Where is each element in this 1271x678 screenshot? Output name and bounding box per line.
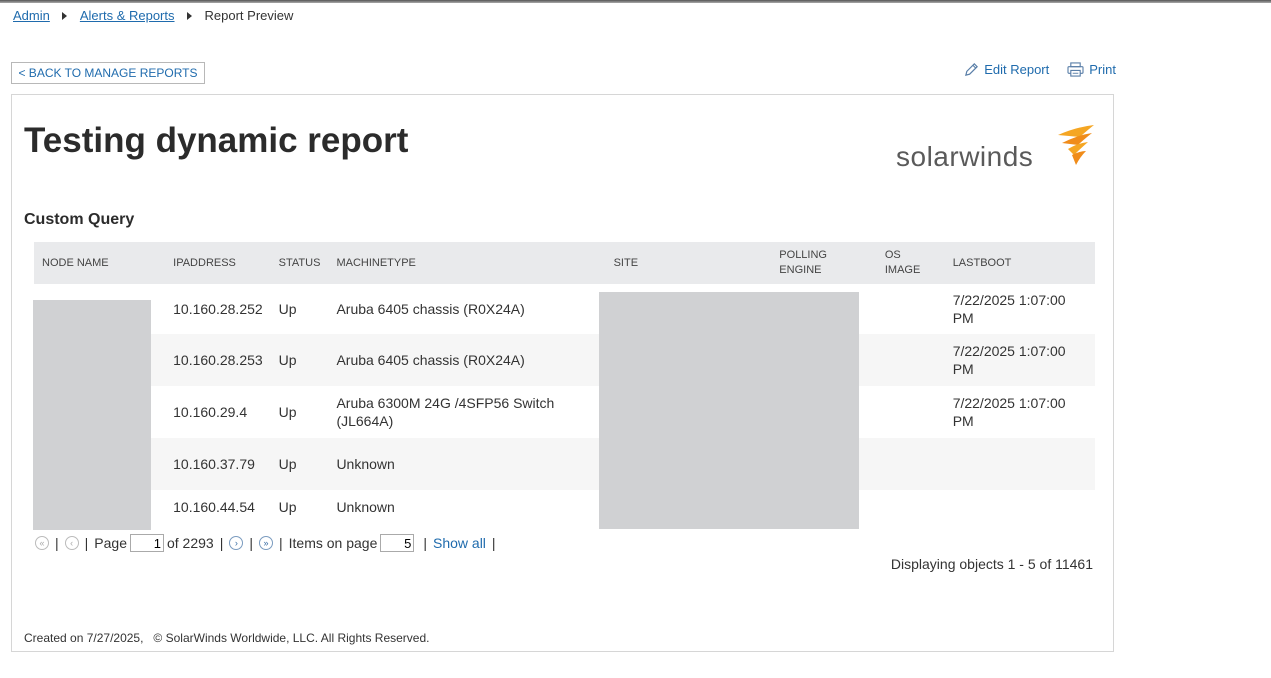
breadcrumb-arrow-icon — [186, 11, 192, 20]
cell-status: Up — [278, 404, 297, 420]
cell-machine-type: Aruba 6405 chassis (R0X24A) — [328, 334, 606, 386]
cell-os-image — [877, 284, 945, 334]
report-table: NODE NAME IPADDRESS STATUS MACHINETYPE S… — [34, 242, 1095, 524]
show-all-link[interactable]: Show all — [433, 535, 486, 551]
print-button[interactable]: Print — [1067, 62, 1116, 77]
window-top-border — [0, 0, 1271, 3]
cell-last-boot — [944, 438, 1095, 490]
column-header[interactable]: OS IMAGE — [876, 242, 945, 284]
pager-separator: | — [84, 535, 89, 551]
last-page-icon[interactable]: » — [258, 536, 273, 550]
cell-machine-type: Aruba 6405 chassis (R0X24A) — [336, 301, 525, 317]
redacted-site-engine — [599, 292, 859, 529]
table-row: 10.160.29.4 Up Aruba 6300M 24G /4SFP56 S… — [34, 386, 1095, 438]
breadcrumb-admin-link[interactable]: Admin — [13, 8, 50, 23]
back-to-manage-reports-button[interactable]: < BACK TO MANAGE REPORTS — [11, 62, 205, 84]
column-header[interactable]: POLLING ENGINE — [771, 242, 877, 284]
pager-separator: | — [219, 535, 224, 551]
pagination: « | ‹ | Page of 2293 | › | » | Items on … — [35, 534, 502, 552]
cell-os-image — [877, 386, 945, 438]
logo-flame-icon — [1058, 125, 1094, 165]
table-row: 10.160.28.253 Up Aruba 6405 chassis (R0X… — [34, 334, 1095, 386]
page-count: of 2293 — [166, 535, 214, 551]
column-header[interactable]: IPADDRESS — [165, 242, 271, 284]
page-label: Page — [94, 535, 127, 551]
report-title: Testing dynamic report — [24, 121, 409, 160]
column-header[interactable]: MACHINETYPE — [328, 242, 606, 284]
cell-status: Up — [270, 334, 329, 386]
cell-last-boot: 7/22/2025 1:07:00 PM — [944, 334, 1095, 386]
pager-separator: | — [55, 535, 59, 551]
cell-ip: 10.160.37.79 — [165, 438, 271, 490]
section-title: Custom Query — [24, 211, 135, 228]
table-row: 10.160.28.252 Up Aruba 6405 chassis (R0X… — [34, 284, 1095, 334]
cell-last-boot: 7/22/2025 1:07:00 PM — [952, 292, 1066, 326]
column-header[interactable]: LASTBOOT — [944, 242, 1095, 284]
redacted-node-names — [33, 300, 151, 530]
logo-text: solarwinds — [896, 141, 1034, 172]
column-header[interactable]: SITE — [605, 242, 772, 284]
table-row: 10.160.37.79 Up Unknown — [34, 438, 1095, 490]
cell-ip: 10.160.29.4 — [173, 404, 248, 420]
edit-report-label: Edit Report — [984, 62, 1050, 77]
pencil-icon — [965, 63, 979, 76]
page-number-input[interactable] — [129, 534, 164, 552]
cell-status: Up — [270, 438, 329, 490]
breadcrumb-alerts-link[interactable]: Alerts & Reports — [80, 8, 175, 23]
pager-separator: | — [491, 535, 496, 551]
displaying-objects-text: Displaying objects 1 - 5 of 11461 — [890, 556, 1093, 572]
cell-status: Up — [278, 301, 297, 317]
next-page-icon[interactable]: › — [229, 536, 244, 550]
report-panel: Testing dynamic report solarwinds Custom… — [11, 94, 1114, 652]
cell-os-image — [876, 334, 945, 386]
cell-machine-type: Unknown — [336, 499, 395, 515]
breadcrumb-current: Report Preview — [204, 8, 294, 23]
first-page-icon[interactable]: « — [35, 536, 49, 550]
pager-separator: | — [249, 535, 253, 551]
cell-last-boot — [945, 490, 1095, 524]
table-row: 10.160.44.54 Up Unknown — [34, 490, 1095, 524]
pager-separator: | — [423, 535, 427, 551]
cell-status: Up — [278, 499, 297, 515]
items-on-page-label: Items on page — [288, 535, 378, 551]
edit-report-button[interactable]: Edit Report — [964, 62, 1049, 77]
cell-os-image — [876, 438, 945, 490]
breadcrumb: Admin Alerts & Reports Report Preview — [13, 8, 293, 23]
items-per-page-input[interactable] — [380, 534, 415, 552]
cell-ip: 10.160.44.54 — [173, 499, 255, 515]
report-actions: Edit Report Print — [964, 62, 1116, 77]
table-header-row: NODE NAME IPADDRESS STATUS MACHINETYPE S… — [34, 242, 1095, 284]
cell-last-boot: 7/22/2025 1:07:00 PM — [952, 395, 1066, 429]
print-label: Print — [1089, 62, 1116, 77]
cell-machine-type: Aruba 6300M 24G /4SFP56 Switch (JL664A) — [336, 395, 555, 429]
printer-icon — [1067, 62, 1084, 77]
previous-page-icon[interactable]: ‹ — [64, 536, 79, 550]
breadcrumb-arrow-icon — [61, 11, 67, 20]
solarwinds-logo: solarwinds — [896, 125, 1096, 175]
column-header[interactable]: STATUS — [270, 242, 329, 284]
pager-separator: | — [278, 535, 283, 551]
cell-machine-type: Unknown — [328, 438, 606, 490]
cell-os-image — [877, 490, 945, 524]
cell-ip: 10.160.28.253 — [165, 334, 271, 386]
column-header[interactable]: NODE NAME — [34, 242, 166, 284]
report-footer: Created on 7/27/2025, © SolarWinds World… — [24, 631, 430, 645]
cell-ip: 10.160.28.252 — [173, 301, 263, 317]
